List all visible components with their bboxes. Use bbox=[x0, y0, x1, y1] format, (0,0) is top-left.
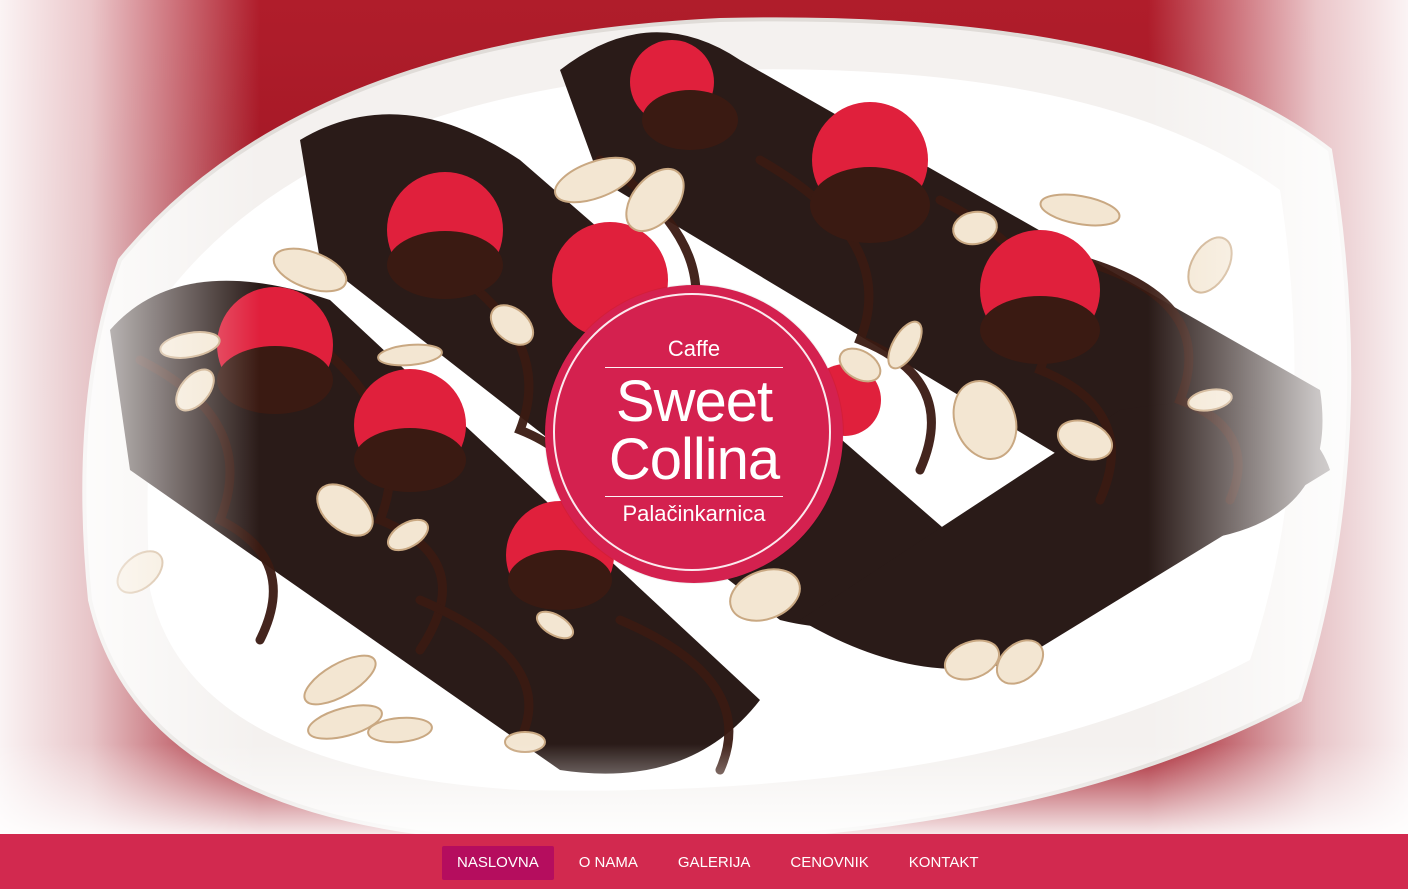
left-fade bbox=[0, 0, 260, 834]
nav-item-o-nama[interactable]: O NAMA bbox=[564, 846, 653, 880]
nav-item-kontakt[interactable]: KONTAKT bbox=[894, 846, 994, 880]
right-fade bbox=[1148, 0, 1408, 834]
bottom-fade bbox=[0, 744, 1408, 834]
nav-item-cenovnik[interactable]: CENOVNIK bbox=[775, 846, 883, 880]
logo-top-text: Caffe bbox=[667, 336, 721, 361]
nav-item-galerija[interactable]: GALERIJA bbox=[663, 846, 766, 880]
main-navigation-bar: NASLOVNA O NAMA GALERIJA CENOVNIK KONTAK… bbox=[0, 834, 1408, 889]
main-nav: NASLOVNA O NAMA GALERIJA CENOVNIK KONTAK… bbox=[442, 846, 1004, 880]
logo-divider-bottom bbox=[605, 496, 783, 497]
logo-name-line1: Sweet bbox=[615, 369, 773, 434]
logo-name-line2: Collina bbox=[608, 427, 780, 492]
logo-bottom-text: Palačinkarnica bbox=[622, 501, 766, 526]
caffe-logo-badge[interactable]: Caffe Sweet Collina Palačinkarnica bbox=[545, 285, 843, 583]
logo-divider-top bbox=[605, 367, 783, 368]
nav-item-naslovna[interactable]: NASLOVNA bbox=[442, 846, 554, 880]
